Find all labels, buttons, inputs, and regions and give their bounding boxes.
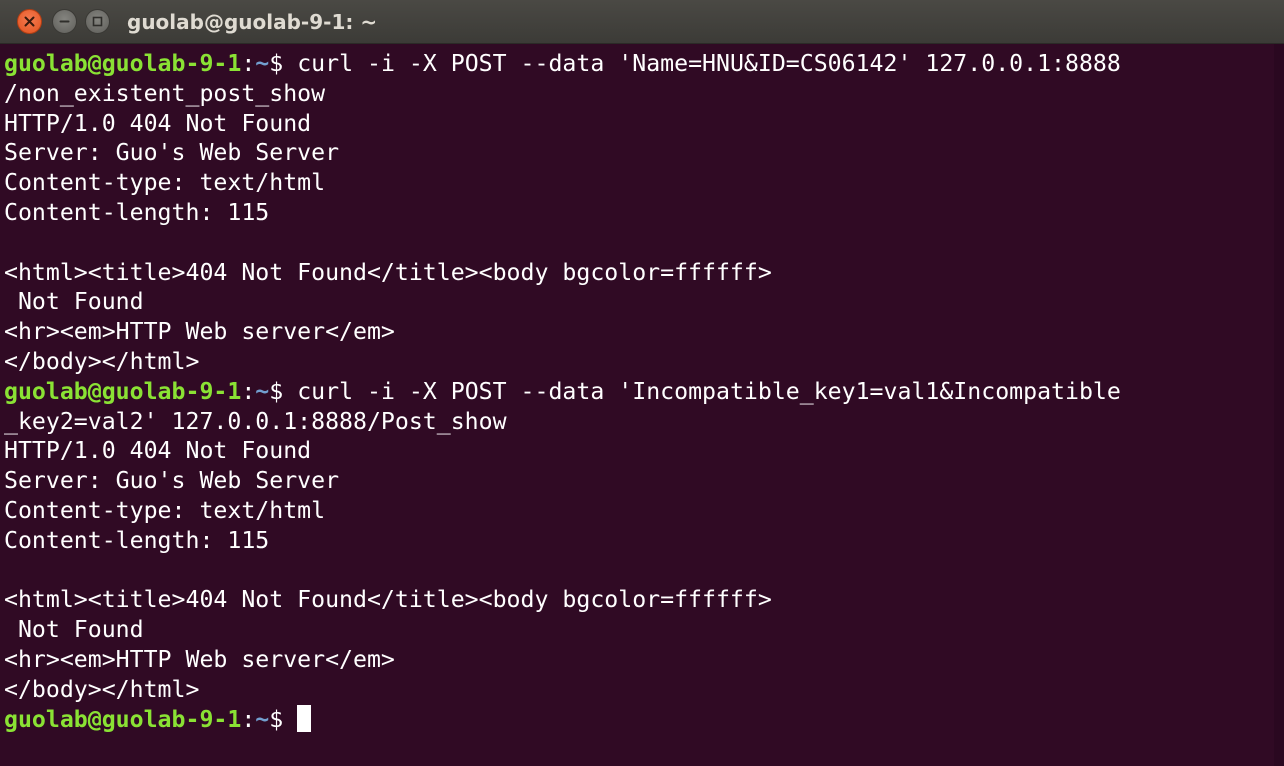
prompt-colon: : xyxy=(241,50,256,77)
close-button[interactable] xyxy=(17,9,42,34)
terminal-output[interactable]: guolab@guolab-9-1:~$ curl -i -X POST --d… xyxy=(4,49,1274,761)
output-line: <html><title>404 Not Found</title><body … xyxy=(4,258,772,286)
prompt-line: guolab@guolab-9-1:~$ xyxy=(4,704,1274,735)
prompt-path: ~ xyxy=(255,705,270,733)
minimize-icon xyxy=(59,20,70,23)
output-line: <hr><em>HTTP Web server</em> xyxy=(4,645,395,673)
output-line: Server: Guo's Web Server xyxy=(4,467,340,495)
output-line: </body></html> xyxy=(4,675,200,703)
window-title: guolab@guolab-9-1: ~ xyxy=(127,10,378,34)
output-line: Content-type: text/html xyxy=(4,496,326,524)
output-line: _key2=val2' 127.0.0.1:8888/Post_show xyxy=(4,407,507,435)
output-line: Not Found xyxy=(4,288,144,316)
maximize-button[interactable] xyxy=(85,9,110,34)
prompt-symbol: $ xyxy=(269,705,298,733)
output-line: <hr><em>HTTP Web server</em> xyxy=(4,318,395,346)
prompt-path: ~ xyxy=(255,50,270,77)
close-icon xyxy=(24,16,35,27)
prompt-path: ~ xyxy=(255,377,270,405)
output-line: </body></html> xyxy=(4,347,200,375)
output-line: Content-length: 115 xyxy=(4,526,270,554)
prompt-symbol: $ xyxy=(269,377,298,405)
output-line: Not Found xyxy=(4,616,144,644)
prompt-line: guolab@guolab-9-1:~$ curl -i -X POST --d… xyxy=(4,377,1274,407)
scrollbar[interactable] xyxy=(1274,44,1284,766)
command-text: curl -i -X POST --data 'Incompatible_key… xyxy=(297,377,1121,405)
prompt-line: guolab@guolab-9-1:~$ curl -i -X POST --d… xyxy=(4,49,1274,79)
output-line: Server: Guo's Web Server xyxy=(4,139,340,167)
maximize-icon xyxy=(92,16,103,27)
command-text: curl -i -X POST --data 'Name=HNU&ID=CS06… xyxy=(297,50,1121,77)
terminal-window: guolab@guolab-9-1: ~ guolab@guolab-9-1:~… xyxy=(0,0,1284,766)
prompt-user-host: guolab@guolab-9-1 xyxy=(4,377,242,405)
prompt-user-host: guolab@guolab-9-1 xyxy=(4,50,242,77)
prompt-symbol: $ xyxy=(269,50,298,77)
prompt-colon: : xyxy=(241,377,256,405)
output-line: HTTP/1.0 404 Not Found xyxy=(4,437,312,465)
text-cursor xyxy=(297,704,312,732)
prompt-user-host: guolab@guolab-9-1 xyxy=(4,705,242,733)
output-line: Content-length: 115 xyxy=(4,198,270,226)
minimize-button[interactable] xyxy=(52,9,77,34)
output-line: Content-type: text/html xyxy=(4,169,326,197)
output-line: <html><title>404 Not Found</title><body … xyxy=(4,586,772,614)
output-line: HTTP/1.0 404 Not Found xyxy=(4,109,312,137)
output-line: /non_existent_post_show xyxy=(4,79,326,107)
title-bar[interactable]: guolab@guolab-9-1: ~ xyxy=(0,0,1284,44)
prompt-colon: : xyxy=(241,705,256,733)
